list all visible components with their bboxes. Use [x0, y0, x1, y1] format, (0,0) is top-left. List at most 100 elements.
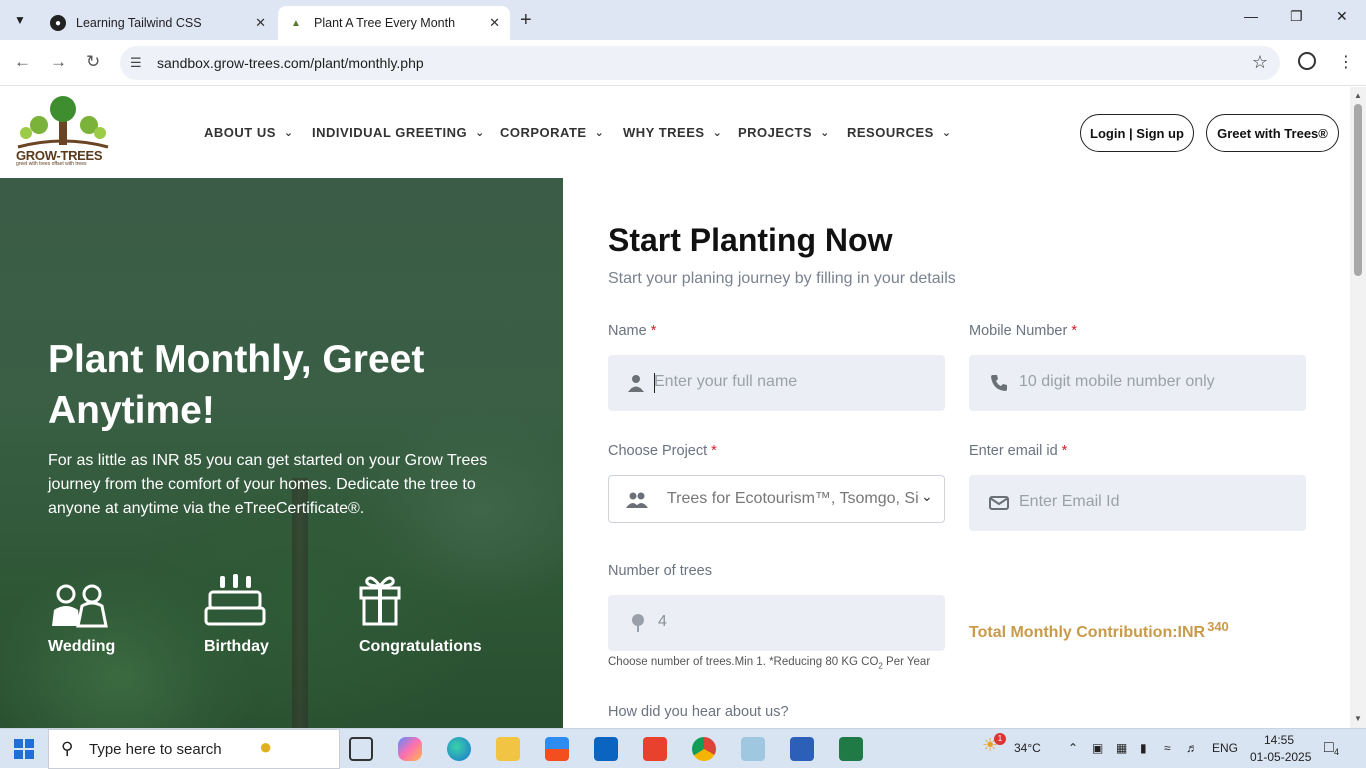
weather-temperature[interactable]: 34°C — [1014, 741, 1041, 755]
logo-tagline: greet with trees offset with trees — [16, 161, 87, 167]
volume-icon[interactable]: ♬ — [1186, 741, 1198, 755]
chrome-icon[interactable] — [692, 737, 716, 761]
project-label: Choose Project * — [608, 443, 717, 459]
people-group-icon — [626, 492, 648, 508]
hero-panel: Plant Monthly, Greet Anytime! For as lit… — [0, 178, 563, 728]
trees-label: Number of trees — [608, 563, 712, 579]
close-tab-icon[interactable]: ✕ — [489, 15, 500, 31]
address-bar-row: ← → ↻ ☰ sandbox.grow-trees.com/plant/mon… — [0, 40, 1366, 86]
wifi-icon[interactable]: ≈ — [1164, 741, 1171, 755]
occasion-wedding[interactable]: Wedding — [48, 582, 115, 656]
occasion-birthday[interactable]: Birthday — [204, 574, 269, 656]
tailwind-favicon-icon: ● — [50, 15, 66, 31]
tray-device-icon[interactable]: ▣ — [1092, 741, 1103, 755]
login-signup-button[interactable]: Login | Sign up — [1080, 114, 1194, 152]
browser-tab-learning-tailwind[interactable]: ● Learning Tailwind CSS ✕ — [40, 6, 276, 40]
occasion-label: Congratulations — [359, 638, 482, 655]
outlook-icon[interactable] — [594, 737, 618, 761]
task-view-icon[interactable] — [349, 737, 373, 761]
hero-description: For as little as INR 85 you can get star… — [48, 452, 488, 517]
text-caret — [654, 373, 655, 393]
mobile-label: Mobile Number * — [969, 323, 1077, 339]
edge-browser-icon[interactable] — [447, 737, 471, 761]
tray-chevron-up-icon[interactable]: ⌃ — [1068, 741, 1078, 755]
nav-projects[interactable]: PROJECTS ⌄ — [738, 125, 830, 140]
birthday-cake-icon — [204, 574, 266, 626]
browser-tab-plant-a-tree[interactable]: ▲ Plant A Tree Every Month ✕ — [278, 6, 510, 40]
page-scrollbar-thumb[interactable] — [1354, 104, 1362, 276]
browser-menu-kebab-icon[interactable]: ⋮ — [1338, 52, 1354, 72]
name-label: Name * — [608, 323, 657, 339]
project-select[interactable]: Trees for Ecotourism™, Tsomgo, Sikkim ⌄ — [608, 475, 945, 523]
monthly-contribution: Total Monthly Contribution:INR 340 — [969, 619, 1229, 641]
url-text: sandbox.grow-trees.com/plant/monthly.php — [157, 55, 424, 71]
nav-about-us[interactable]: ABOUT US ⌄ — [204, 125, 294, 140]
tab-title: Plant A Tree Every Month — [314, 16, 456, 30]
form-subtitle: Start your planing journey by filling in… — [608, 270, 956, 287]
forward-arrow-icon[interactable]: → — [50, 52, 67, 72]
mobile-input[interactable]: 10 digit mobile number only — [969, 355, 1306, 411]
anydesk-icon[interactable] — [643, 737, 667, 761]
clock-date[interactable]: 01-05-2025 — [1250, 750, 1311, 764]
excel-icon[interactable] — [839, 737, 863, 761]
file-explorer-icon[interactable] — [496, 737, 520, 761]
name-input[interactable]: Enter your full name — [608, 355, 945, 411]
app-icon[interactable] — [741, 737, 765, 761]
minimize-icon[interactable]: — — [1244, 8, 1258, 24]
tree-icon — [632, 614, 644, 632]
user-icon — [628, 375, 644, 392]
chevron-down-icon: ⌄ — [283, 127, 294, 139]
language-indicator[interactable]: ENG — [1212, 741, 1238, 755]
word-icon[interactable] — [790, 737, 814, 761]
tree-logo-icon — [17, 96, 109, 149]
site-settings-icon[interactable]: ☰ — [130, 55, 142, 71]
notification-center-icon[interactable]: □ — [1324, 739, 1334, 757]
weather-badge: 1 — [994, 733, 1006, 745]
scroll-up-arrow-icon[interactable]: ▲ — [1354, 91, 1362, 100]
new-tab-plus-icon[interactable]: + — [520, 9, 532, 32]
chevron-down-icon: ⌄ — [941, 127, 952, 139]
nav-individual-greeting[interactable]: INDIVIDUAL GREETING ⌄ — [312, 125, 485, 140]
battery-icon[interactable]: ▮ — [1140, 741, 1147, 755]
copilot-icon[interactable] — [398, 737, 422, 761]
bookmark-star-icon[interactable]: ☆ — [1252, 52, 1268, 73]
occasion-label: Birthday — [204, 638, 269, 655]
tab-search-chevron-icon[interactable]: ▼ — [8, 8, 32, 32]
restore-icon[interactable]: ❐ — [1290, 8, 1303, 25]
form-title: Start Planting Now — [608, 222, 893, 258]
chevron-down-icon: ⌄ — [921, 488, 933, 504]
nav-resources[interactable]: RESOURCES ⌄ — [847, 125, 952, 140]
scroll-down-arrow-icon[interactable]: ▼ — [1354, 714, 1362, 723]
back-arrow-icon[interactable]: ← — [14, 52, 31, 72]
gift-box-icon — [359, 576, 401, 626]
url-omnibox[interactable]: ☰ sandbox.grow-trees.com/plant/monthly.p… — [120, 46, 1280, 80]
trees-helper-text: Choose number of trees.Min 1. *Reducing … — [608, 656, 931, 671]
email-input[interactable]: Enter Email Id — [969, 475, 1306, 531]
chevron-down-icon: ⌄ — [475, 127, 485, 139]
taskbar-search-input[interactable]: ⚲ Type here to search ● — [48, 729, 340, 769]
profile-avatar-icon[interactable] — [1298, 52, 1316, 70]
nav-why-trees[interactable]: WHY TREES ⌄ — [623, 125, 722, 140]
search-highlight-icon: ● — [259, 734, 273, 759]
occasion-label: Wedding — [48, 638, 116, 655]
trees-count-input[interactable]: 4 — [608, 595, 945, 651]
microsoft-store-icon[interactable] — [545, 737, 569, 761]
clock-time[interactable]: 14:55 — [1264, 733, 1294, 747]
chevron-down-icon: ⌄ — [712, 127, 723, 139]
tray-app-icon[interactable]: ▦ — [1116, 741, 1127, 755]
wedding-couple-icon — [52, 584, 108, 628]
notification-count: 4 — [1334, 747, 1340, 757]
browser-tab-strip: ▼ ● Learning Tailwind CSS ✕ ▲ Plant A Tr… — [0, 0, 1366, 40]
occasion-congratulations[interactable]: Congratulations — [359, 576, 482, 656]
greet-with-trees-button[interactable]: Greet with Trees® — [1206, 114, 1339, 152]
email-label: Enter email id * — [969, 443, 1068, 459]
search-icon: ⚲ — [61, 739, 74, 758]
windows-start-icon[interactable] — [14, 739, 34, 759]
grow-trees-favicon-icon: ▲ — [291, 17, 301, 29]
chevron-down-icon: ⌄ — [594, 127, 605, 139]
close-tab-icon[interactable]: ✕ — [255, 15, 266, 31]
reload-icon[interactable]: ↻ — [86, 52, 100, 72]
envelope-icon — [989, 496, 1009, 510]
close-window-icon[interactable]: ✕ — [1336, 8, 1348, 25]
nav-corporate[interactable]: CORPORATE ⌄ — [500, 125, 604, 140]
